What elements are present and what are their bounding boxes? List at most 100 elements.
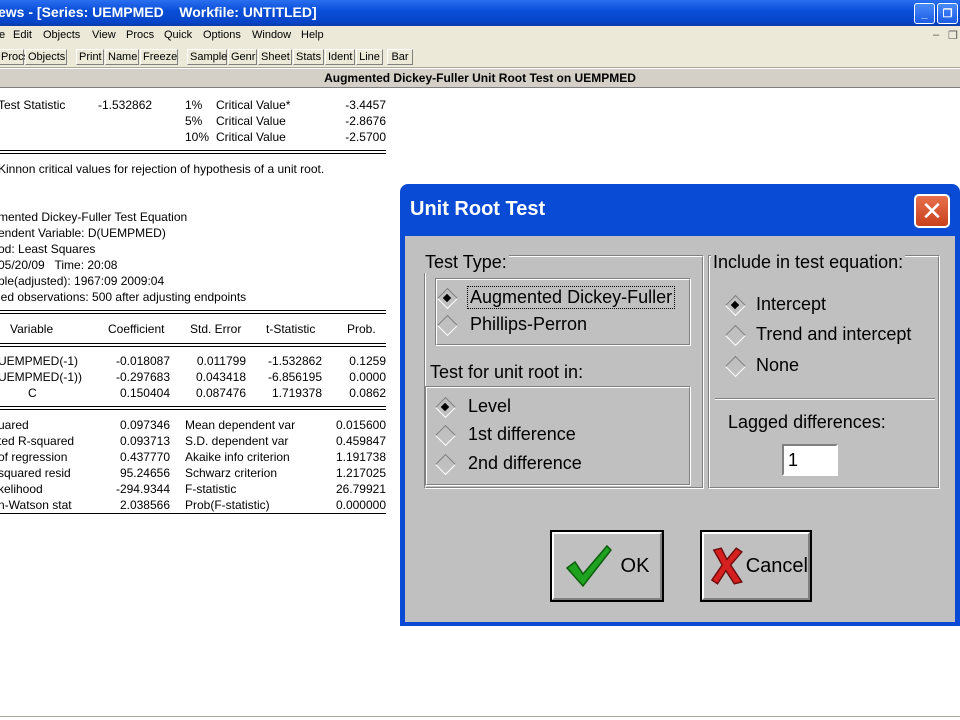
unit-root-2nd-diff-option[interactable]: 2nd difference	[435, 453, 582, 474]
radio-selected-icon[interactable]	[725, 295, 745, 315]
critical-label: Critical Value	[216, 114, 286, 128]
menu-options[interactable]: Options	[203, 29, 241, 41]
critical-pct: 5%	[185, 114, 203, 128]
stat-value: 2.038566	[119, 498, 170, 512]
dialog-title: Unit Root Test	[410, 198, 546, 220]
radio-icon[interactable]	[725, 325, 745, 345]
lagged-differences-input[interactable]	[782, 444, 838, 476]
test-stat-value: -1.532862	[98, 98, 153, 112]
radio-icon[interactable]	[435, 454, 455, 474]
output-header: Augmented Dickey-Fuller Unit Root Test o…	[0, 69, 960, 88]
stat-label: Prob(F-statistic)	[185, 498, 270, 512]
menu-file[interactable]: e	[0, 29, 5, 41]
menu-view[interactable]: View	[92, 29, 116, 41]
minimize-icon: _	[921, 7, 928, 20]
series-toolbar: Procs Objects Print Name Freeze Sample G…	[0, 46, 960, 68]
radio-selected-icon[interactable]	[435, 397, 455, 417]
menu-window[interactable]: Window	[252, 29, 291, 41]
ok-button[interactable]: OK	[550, 530, 664, 602]
radio-icon[interactable]	[435, 425, 455, 445]
critical-value: -3.4457	[345, 98, 386, 112]
toolbar-ident-button[interactable]: Ident	[325, 49, 355, 65]
stat-label: Akaike info criterion	[185, 450, 290, 464]
toolbar-objects-button[interactable]: Objects	[25, 49, 67, 65]
menu-quick[interactable]: Quick	[164, 29, 192, 41]
title-bar: ews - [Series: UEMPMED Workfile: UNTITLE…	[0, 0, 960, 26]
coef-prob: 0.0000	[349, 370, 386, 384]
coef-header-variable: Variable	[10, 322, 54, 336]
radio-selected-icon[interactable]	[437, 288, 457, 308]
stat-value: -294.9344	[115, 482, 170, 496]
test-type-adf-option[interactable]: Augmented Dickey-Fuller	[437, 286, 676, 309]
unit-root-1st-diff-option[interactable]: 1st difference	[435, 424, 576, 445]
stat-label: of regression	[0, 450, 68, 464]
toolbar-bar-button[interactable]: Bar	[387, 49, 413, 65]
dialog-close-button[interactable]: ✕	[914, 194, 950, 228]
divider	[0, 150, 386, 154]
toolbar-print-button[interactable]: Print	[76, 49, 104, 65]
toolbar-line-button[interactable]: Line	[356, 49, 383, 65]
stat-label: uared	[0, 418, 29, 432]
unit-root-level-option[interactable]: Level	[435, 396, 511, 417]
stat-value: 0.437770	[119, 450, 170, 464]
test-stat-label: Test Statistic	[0, 98, 66, 112]
coef-value: 0.150404	[119, 386, 170, 400]
toolbar-stats-button[interactable]: Stats	[293, 49, 324, 65]
critical-label: Critical Value	[216, 130, 286, 144]
menu-procs[interactable]: Procs	[126, 29, 154, 41]
stat-value: 1.191738	[335, 450, 386, 464]
include-label: Include in test equation:	[711, 252, 906, 273]
coef-prob: 0.1259	[349, 354, 386, 368]
minimize-button[interactable]: _	[914, 3, 935, 24]
test-type-pp-option[interactable]: Phillips-Perron	[437, 314, 587, 335]
coef-value: -0.297683	[115, 370, 170, 384]
stat-label: n-Watson stat	[0, 498, 72, 512]
critical-value: -2.8676	[345, 114, 386, 128]
restore-button[interactable]: ❐	[937, 3, 958, 24]
include-intercept-option[interactable]: Intercept	[725, 294, 826, 315]
test-type-pp-label: Phillips-Perron	[470, 314, 588, 334]
radio-icon[interactable]	[725, 356, 745, 376]
critical-label: Critical Value*	[216, 98, 291, 112]
coef-header-t-statistic: t-Statistic	[266, 322, 316, 336]
divider	[0, 343, 386, 347]
toolbar-procs-button[interactable]: Procs	[0, 49, 29, 65]
stat-value: 0.015600	[335, 418, 386, 432]
toolbar-sample-button[interactable]: Sample	[187, 49, 227, 65]
divider	[715, 398, 935, 400]
cancel-button-label: Cancel	[745, 554, 808, 577]
stat-value: 95.24656	[119, 466, 170, 480]
child-minimize-icon[interactable]: –	[933, 29, 939, 41]
stat-label: ted R-squared	[0, 434, 75, 448]
include-trend-option[interactable]: Trend and intercept	[725, 324, 911, 345]
stat-value: 0.097346	[119, 418, 170, 432]
close-icon: ✕	[921, 196, 943, 226]
toolbar-genr-button[interactable]: Genr	[228, 49, 257, 65]
menu-help[interactable]: Help	[301, 29, 324, 41]
include-intercept-label: Intercept	[756, 294, 827, 314]
toolbar-sheet-button[interactable]: Sheet	[258, 49, 292, 65]
child-restore-icon[interactable]: ❐	[948, 29, 958, 42]
divider	[0, 406, 386, 410]
stat-label: Mean dependent var	[185, 418, 296, 432]
coef-header-prob: Prob.	[347, 322, 376, 336]
unit-root-1st-diff-label: 1st difference	[468, 424, 576, 444]
include-none-option[interactable]: None	[725, 355, 799, 376]
menu-edit[interactable]: Edit	[13, 29, 32, 41]
test-type-adf-label: Augmented Dickey-Fuller	[467, 286, 676, 309]
stat-label: F-statistic	[185, 482, 237, 496]
coef-value: -0.018087	[115, 354, 170, 368]
radio-icon[interactable]	[437, 315, 457, 335]
equation-info-line: led observations: 500 after adjusting en…	[0, 290, 247, 304]
toolbar-name-button[interactable]: Name	[105, 49, 139, 65]
cancel-button[interactable]: Cancel	[700, 530, 812, 602]
coef-std-error: 0.043418	[195, 370, 246, 384]
equation-info-line: od: Least Squares	[0, 242, 96, 256]
coef-variable: C	[28, 386, 37, 400]
menu-objects[interactable]: Objects	[43, 29, 80, 41]
coef-header-coefficient: Coefficient	[108, 322, 165, 336]
lagged-differences-label: Lagged differences:	[726, 412, 888, 433]
coef-t-stat: -1.532862	[267, 354, 322, 368]
toolbar-freeze-button[interactable]: Freeze	[140, 49, 178, 65]
divider	[0, 310, 386, 314]
